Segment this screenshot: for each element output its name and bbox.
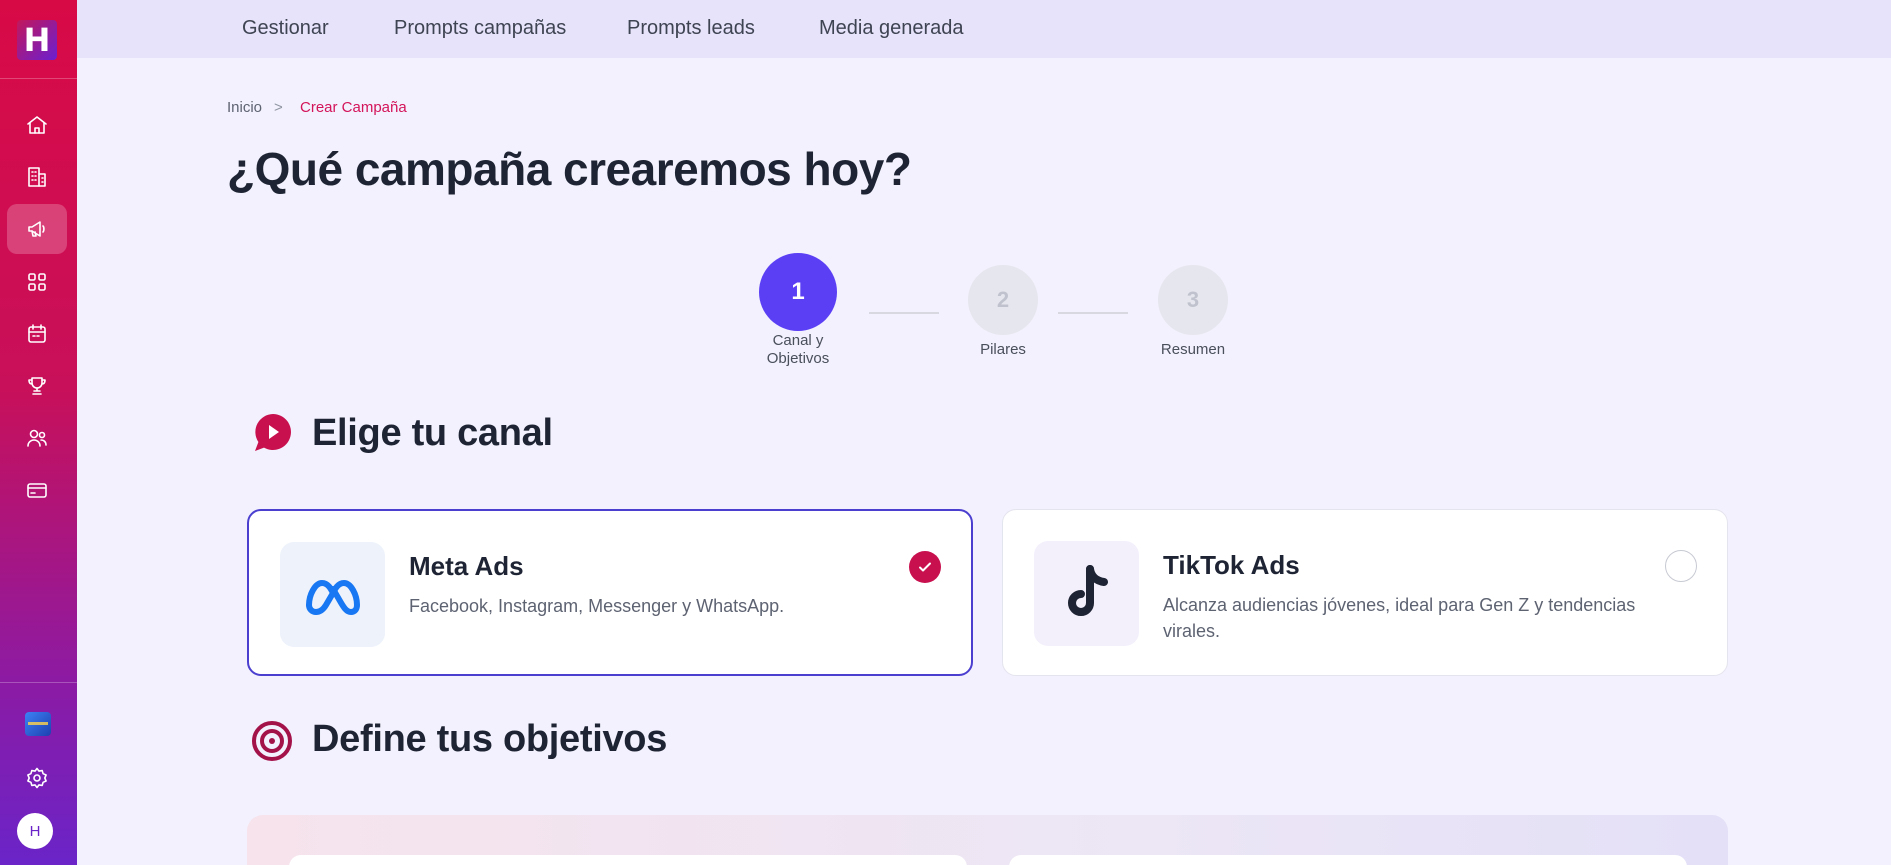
objective-card[interactable] — [289, 855, 967, 865]
nav-item-gestionar[interactable]: Gestionar — [242, 17, 329, 40]
app-logo[interactable]: H — [17, 20, 57, 60]
chat-play-icon — [255, 414, 291, 451]
step-connector — [869, 312, 939, 314]
user-avatar[interactable]: H — [17, 813, 53, 849]
step-3-label: Resumen — [1160, 341, 1226, 358]
sidebar-item-company[interactable] — [7, 152, 67, 202]
gear-icon — [27, 767, 47, 789]
objectives-panel — [247, 815, 1728, 865]
top-nav: Gestionar Prompts campañas Prompts leads… — [77, 0, 1891, 58]
page-title: ¿Qué campaña crearemos hoy? — [227, 143, 912, 195]
building-icon — [28, 167, 46, 187]
sidebar-item-awards[interactable] — [7, 361, 67, 411]
nav-item-prompts-campanas[interactable]: Prompts campañas — [394, 17, 566, 40]
tiktok-logo-icon — [1034, 541, 1139, 646]
calendar-icon — [28, 324, 46, 343]
trophy-icon — [28, 377, 46, 395]
step-1-label: Canal y Objetivos — [766, 332, 830, 367]
channel-card-meta[interactable]: Meta Ads Facebook, Instagram, Messenger … — [247, 509, 973, 676]
home-icon — [27, 116, 47, 134]
objectives-section-title: Define tus objetivos — [312, 718, 668, 760]
step-3[interactable]: 3 — [1158, 265, 1228, 335]
sidebar-item-settings[interactable] — [7, 753, 67, 803]
step-connector — [1058, 312, 1128, 314]
sidebar-divider — [0, 78, 77, 79]
nav-item-prompts-leads[interactable]: Prompts leads — [627, 17, 755, 40]
sidebar-item-billing[interactable] — [7, 465, 67, 515]
breadcrumb-current: Crear Campaña — [300, 99, 407, 116]
step-1[interactable]: 1 — [759, 253, 837, 331]
channel-name: Meta Ads — [409, 551, 524, 581]
target-icon — [252, 721, 292, 761]
grid-icon — [28, 273, 46, 291]
selected-check-icon[interactable] — [909, 551, 941, 583]
sidebar-divider — [0, 682, 77, 683]
channel-description: Facebook, Instagram, Messenger y WhatsAp… — [409, 596, 785, 616]
breadcrumb-chevron-icon: > — [274, 99, 283, 116]
sidebar: H H — [0, 0, 77, 865]
workspace-flag-icon[interactable] — [25, 712, 51, 736]
channel-section-title: Elige tu canal — [312, 412, 553, 454]
channel-description: Alcanza audiencias jóvenes, ideal para G… — [1163, 595, 1636, 641]
meta-logo-icon — [280, 542, 385, 647]
sidebar-item-users[interactable] — [7, 413, 67, 463]
users-icon — [27, 429, 47, 447]
breadcrumb-home[interactable]: Inicio — [227, 99, 262, 116]
objective-card[interactable] — [1009, 855, 1687, 865]
radio-unselected-icon[interactable] — [1665, 550, 1697, 582]
credit-card-icon — [27, 483, 47, 498]
channel-card-tiktok[interactable]: TikTok Ads Alcanza audiencias jóvenes, i… — [1002, 509, 1728, 676]
megaphone-icon — [28, 221, 45, 237]
channel-name: TikTok Ads — [1163, 550, 1300, 580]
step-2[interactable]: 2 — [968, 265, 1038, 335]
nav-item-media-generada[interactable]: Media generada — [819, 17, 964, 40]
step-2-label: Pilares — [980, 341, 1026, 358]
sidebar-item-apps[interactable] — [7, 257, 67, 307]
sidebar-item-home[interactable] — [7, 100, 67, 150]
sidebar-item-campaigns[interactable] — [7, 204, 67, 254]
sidebar-item-calendar[interactable] — [7, 309, 67, 359]
